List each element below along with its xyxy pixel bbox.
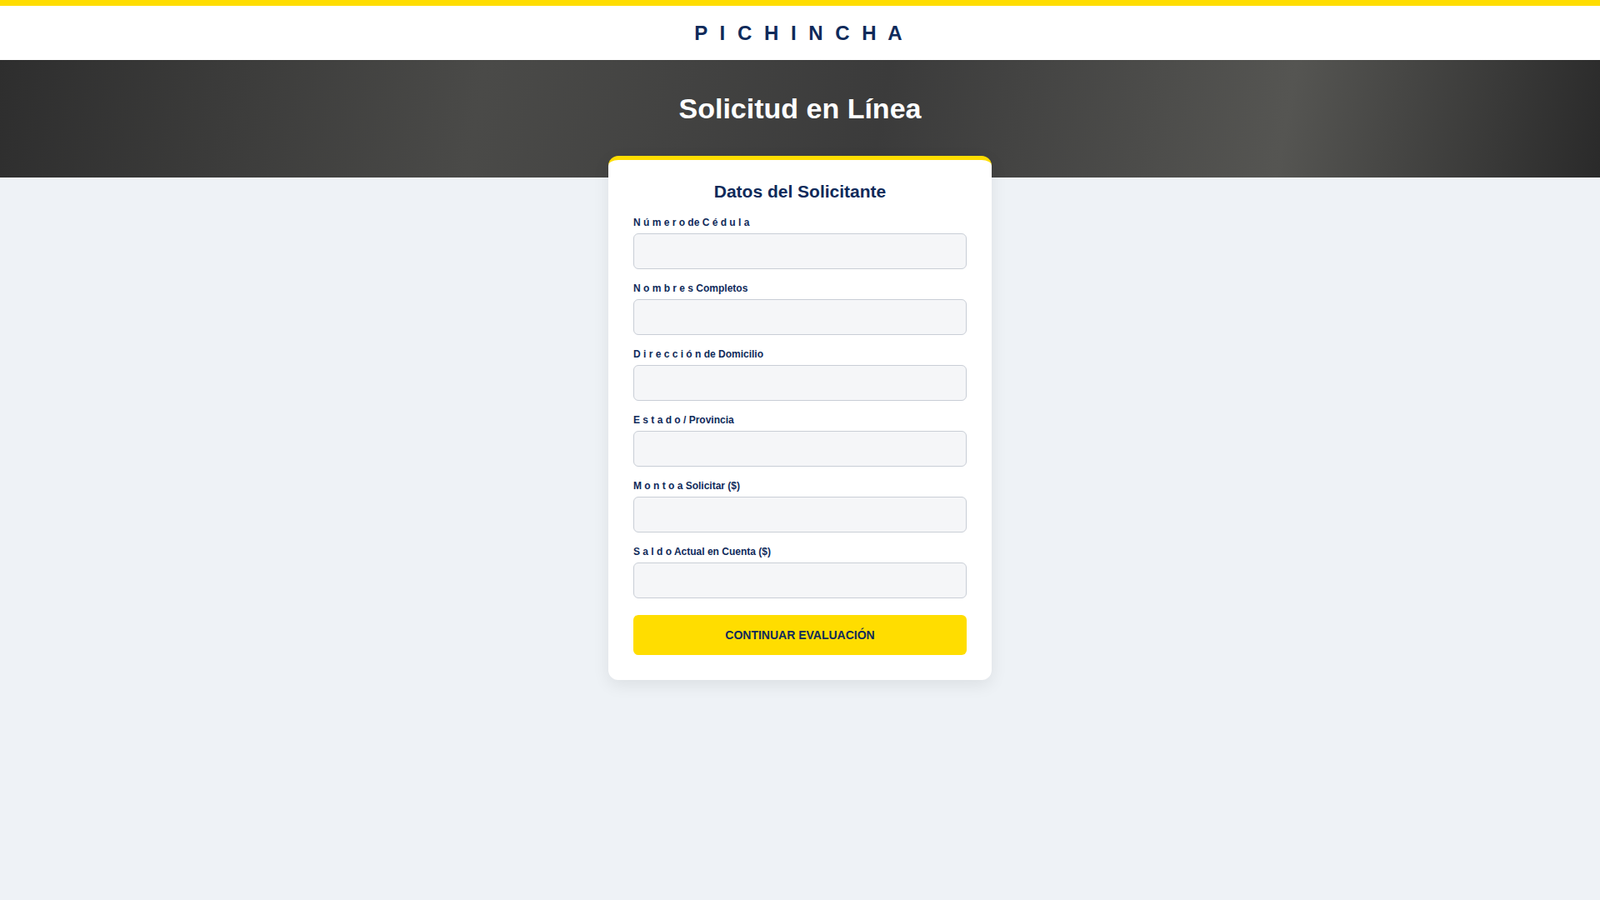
form-field: E s t a d o / Provincia bbox=[633, 414, 967, 467]
logo: P I C H I N C H A bbox=[694, 21, 905, 45]
form-field: N o m b r e s Completos bbox=[633, 282, 967, 335]
page: P I C H I N C H ASolicitud en LíneaDatos… bbox=[0, 0, 1600, 900]
header: P I C H I N C H A bbox=[0, 5, 1600, 60]
text-input[interactable] bbox=[633, 299, 967, 335]
form-card: Datos del Solicitante N ú m e r o de C é … bbox=[608, 155, 992, 680]
text-input[interactable] bbox=[633, 365, 967, 401]
field-label: D i r e c c i ó n de Domicilio bbox=[633, 348, 967, 360]
top-stripe bbox=[0, 0, 1600, 6]
text-input[interactable] bbox=[633, 562, 967, 599]
continue-button[interactable]: CONTINUAR EVALUACIÓN bbox=[633, 615, 967, 655]
main: Datos del Solicitante N ú m e r o de C é … bbox=[0, 155, 1600, 714]
field-label: N ú m e r o de C é d u l a bbox=[633, 216, 967, 229]
form-field: N ú m e r o de C é d u l a bbox=[633, 216, 967, 270]
form-field: M o n t o a Solicitar ($) bbox=[633, 480, 967, 533]
field-label: M o n t o a Solicitar ($) bbox=[633, 480, 967, 492]
form-title: Datos del Solicitante bbox=[633, 181, 967, 202]
text-input[interactable] bbox=[633, 233, 967, 270]
field-label: S a l d o Actual en Cuenta ($) bbox=[633, 545, 967, 558]
field-label: E s t a d o / Provincia bbox=[633, 414, 967, 426]
text-input[interactable] bbox=[633, 496, 967, 533]
form-field: D i r e c c i ó n de Domicilio bbox=[633, 348, 967, 401]
form-field: S a l d o Actual en Cuenta ($) bbox=[633, 545, 967, 599]
field-label: N o m b r e s Completos bbox=[633, 282, 967, 295]
text-input[interactable] bbox=[633, 430, 967, 467]
